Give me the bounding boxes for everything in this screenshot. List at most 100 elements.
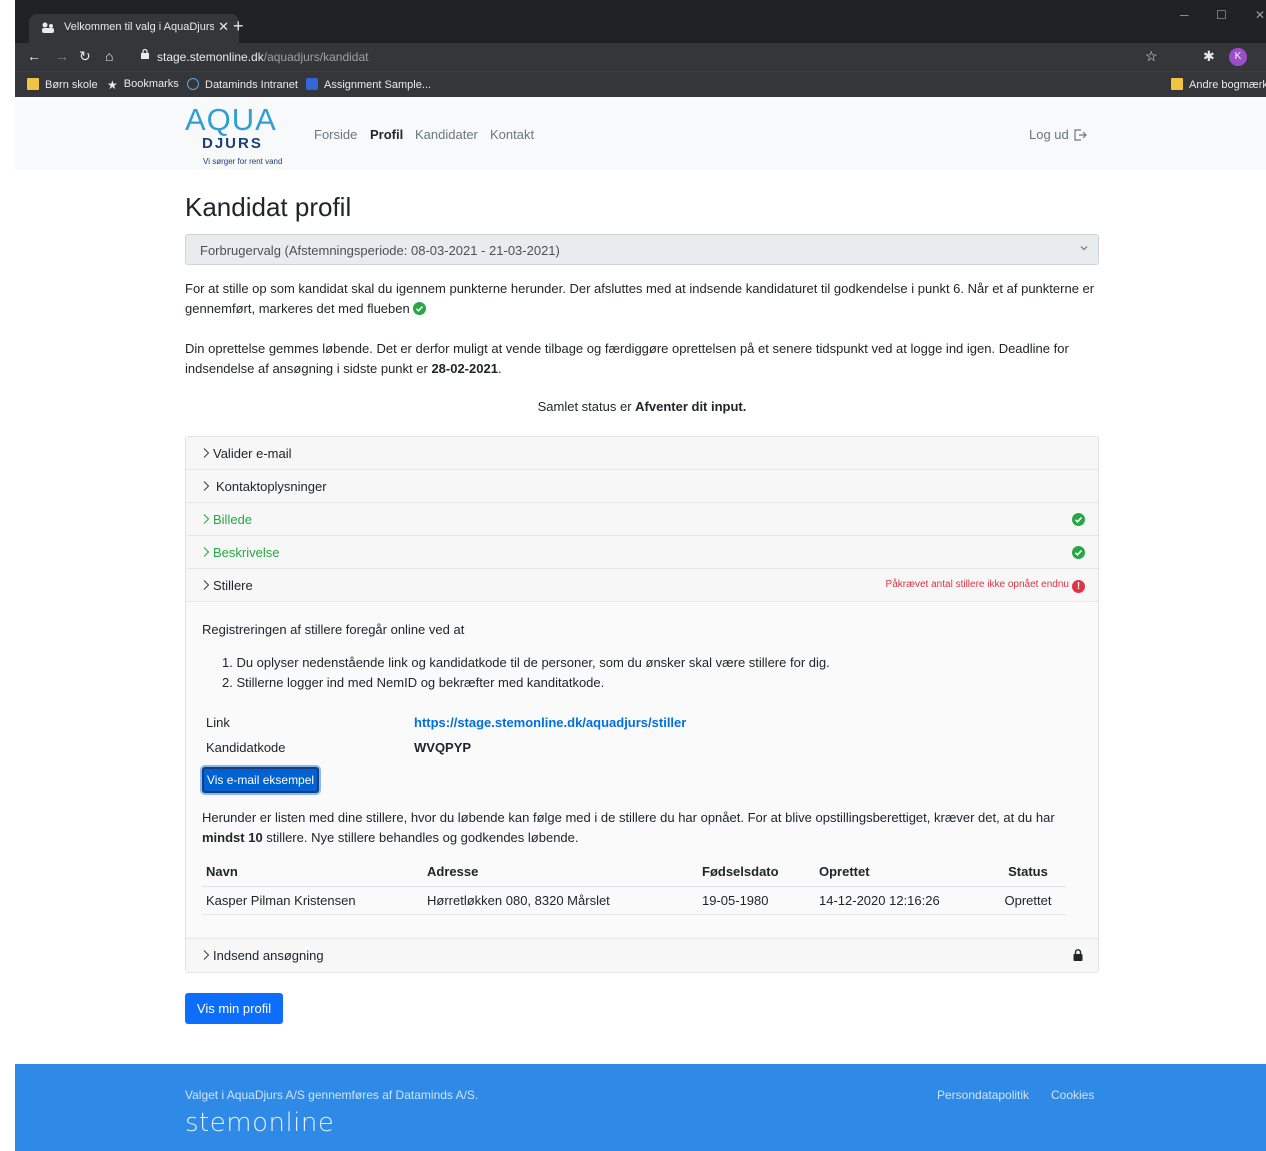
maximize-icon[interactable]: ☐ bbox=[1216, 8, 1227, 22]
stemonline-logo: stemonline bbox=[185, 1108, 335, 1138]
chevron-right-icon bbox=[203, 580, 210, 590]
step-label: Beskrivelse bbox=[213, 545, 280, 560]
cell-oprettet: 14-12-2020 12:16:26 bbox=[815, 886, 990, 915]
link-label: Link bbox=[206, 715, 230, 730]
home-icon[interactable]: ⌂ bbox=[105, 48, 113, 64]
step-label: Stillere bbox=[213, 578, 253, 593]
extensions-icon[interactable]: ✱ bbox=[1203, 48, 1215, 65]
cell-foedselsdato: 19-05-1980 bbox=[698, 886, 815, 915]
circle-icon bbox=[187, 78, 199, 90]
nav-forside[interactable]: Forside bbox=[314, 127, 357, 142]
url-path: /aquadjurs/kandidat bbox=[263, 50, 369, 64]
step-beskrivelse[interactable]: Beskrivelse bbox=[186, 536, 1098, 569]
election-select[interactable]: Forbrugervalg (Afstemningsperiode: 08-03… bbox=[185, 234, 1099, 265]
aquadjurs-logo[interactable]: AQUA DJURS Vi sørger for rent vand bbox=[185, 102, 303, 166]
footer-text: Valget i AquaDjurs A/S gennemføres af Da… bbox=[185, 1088, 479, 1102]
profile-avatar[interactable]: K bbox=[1229, 48, 1247, 66]
minimize-icon[interactable]: ─ bbox=[1180, 8, 1189, 22]
stillere-steps: 1. Du oplyser nedenstående link og kandi… bbox=[222, 653, 830, 693]
check-circle-icon bbox=[413, 302, 427, 315]
bookmarks-bar: Børn skole ★ Bookmarks Dataminds Intranet… bbox=[15, 71, 1266, 97]
forward-icon[interactable]: → bbox=[55, 48, 69, 64]
deadline-end: . bbox=[497, 361, 502, 376]
nav-kontakt[interactable]: Kontakt bbox=[490, 127, 534, 142]
bookmark-label: Børn skole bbox=[45, 79, 98, 91]
chevron-right-icon bbox=[203, 514, 210, 524]
bookmark-item[interactable]: Dataminds Intranet bbox=[187, 78, 298, 91]
browser-tab[interactable]: Velkommen til valg i AquaDjurs / ✕ bbox=[29, 14, 239, 43]
chevron-right-icon bbox=[203, 448, 210, 458]
nav-profil[interactable]: Profil bbox=[370, 127, 403, 142]
col-header-navn: Navn bbox=[202, 858, 423, 887]
bookmark-item[interactable]: Andre bogmærke bbox=[1171, 78, 1266, 91]
close-tab-icon[interactable]: ✕ bbox=[218, 19, 229, 35]
table-header-row: Navn Adresse Fødselsdato Oprettet Status bbox=[202, 858, 1066, 887]
intro-text: For at stille op som kandidat skal du ig… bbox=[185, 281, 1095, 316]
minimum-count: mindst 10 bbox=[202, 830, 263, 845]
star-icon: ★ bbox=[107, 78, 118, 92]
status-prefix: Samlet status er bbox=[537, 399, 636, 414]
show-profile-button[interactable]: Vis min profil bbox=[185, 993, 283, 1024]
step-label: Kontaktoplysninger bbox=[216, 479, 327, 494]
step-indsend-ansoegning[interactable]: Indsend ansøgning bbox=[186, 939, 1098, 972]
logout-label: Log ud bbox=[1029, 127, 1069, 142]
bookmark-item[interactable]: ★ Bookmarks bbox=[107, 78, 179, 91]
list-item: 1. Du oplyser nedenstående link og kandi… bbox=[222, 655, 830, 670]
code-label: Kandidatkode bbox=[206, 740, 286, 755]
browser-chrome: Velkommen til valg i AquaDjurs / ✕ + ─ ☐… bbox=[15, 0, 1266, 97]
bookmark-item[interactable]: Assignment Sample... bbox=[306, 78, 431, 91]
stillere-table: Navn Adresse Fødselsdato Oprettet Status… bbox=[202, 858, 1066, 915]
footer-link-cookies[interactable]: Cookies bbox=[1051, 1088, 1094, 1102]
footer-link-persondatapolitik[interactable]: Persondatapolitik bbox=[937, 1088, 1029, 1102]
reload-icon[interactable]: ↻ bbox=[79, 48, 91, 65]
col-header-status: Status bbox=[990, 858, 1066, 887]
logout-button[interactable]: Log ud bbox=[1029, 127, 1087, 142]
cell-adresse: Hørretløkken 080, 8320 Mårslet bbox=[423, 886, 698, 915]
check-circle-icon bbox=[1072, 513, 1085, 526]
table-row: Kasper Pilman Kristensen Hørretløkken 08… bbox=[202, 886, 1066, 915]
tab-strip: Velkommen til valg i AquaDjurs / ✕ + ─ ☐… bbox=[15, 0, 1266, 43]
check-circle-icon bbox=[1072, 546, 1085, 559]
warning-text: Påkrævet antal stillere ikke opnået endn… bbox=[885, 579, 1069, 590]
new-tab-icon[interactable]: + bbox=[233, 16, 244, 37]
candidate-code: WVQPYP bbox=[414, 740, 472, 755]
step-billede[interactable]: Billede bbox=[186, 503, 1098, 536]
folder-icon bbox=[1171, 78, 1183, 90]
bookmark-label: Assignment Sample... bbox=[324, 79, 431, 91]
bookmark-label: Bookmarks bbox=[123, 78, 179, 90]
window-close-icon[interactable]: ✕ bbox=[1255, 8, 1265, 22]
election-select-value: Forbrugervalg (Afstemningsperiode: 08-03… bbox=[200, 243, 560, 258]
stiller-link[interactable]: https://stage.stemonline.dk/aquadjurs/st… bbox=[414, 715, 686, 730]
logo-sub-text: DJURS bbox=[202, 135, 263, 152]
tab-title: Velkommen til valg i AquaDjurs / bbox=[64, 21, 214, 33]
overall-status: Samlet status er Afventer dit input. bbox=[185, 399, 1099, 414]
step-label: Indsend ansøgning bbox=[213, 948, 324, 963]
page-title: Kandidat profil bbox=[185, 192, 352, 222]
stillere-description: Herunder er listen med dine stillere, hv… bbox=[202, 808, 1082, 848]
favicon-icon bbox=[42, 22, 54, 33]
show-email-example-button[interactable]: Vis e-mail eksempel bbox=[202, 767, 319, 793]
back-icon[interactable]: ← bbox=[27, 48, 41, 64]
step-valider-email[interactable]: Valider e-mail bbox=[186, 437, 1098, 470]
address-bar[interactable]: stage.stemonline.dk/aquadjurs/kandidat bbox=[135, 45, 1141, 69]
step-stillere[interactable]: Stillere Påkrævet antal stillere ikke op… bbox=[186, 569, 1098, 602]
nav-kandidater[interactable]: Kandidater bbox=[415, 127, 478, 142]
chevron-right-icon bbox=[203, 481, 210, 491]
bookmark-label: Andre bogmærke bbox=[1189, 79, 1266, 91]
page: AQUA DJURS Vi sørger for rent vand Forsi… bbox=[15, 97, 1266, 1151]
search-icon bbox=[306, 78, 318, 90]
bookmark-item[interactable]: Børn skole bbox=[27, 78, 98, 91]
col-header-foedselsdato: Fødselsdato bbox=[698, 858, 815, 887]
stillere-intro: Registreringen af stillere foregår onlin… bbox=[202, 622, 465, 637]
deadline-date: 28-02-2021 bbox=[431, 361, 498, 376]
col-header-oprettet: Oprettet bbox=[815, 858, 990, 887]
deadline-paragraph: Din oprettelse gemmes løbende. Det er de… bbox=[185, 339, 1099, 379]
bookmark-star-icon[interactable]: ☆ bbox=[1145, 48, 1158, 65]
bookmark-label: Dataminds Intranet bbox=[205, 79, 298, 91]
site-footer: Valget i AquaDjurs A/S gennemføres af Da… bbox=[15, 1064, 1266, 1151]
site-navbar: AQUA DJURS Vi sørger for rent vand Forsi… bbox=[15, 97, 1266, 170]
chevron-right-icon bbox=[203, 547, 210, 557]
step-kontaktoplysninger[interactable]: Kontaktoplysninger bbox=[186, 470, 1098, 503]
step-label: Billede bbox=[213, 512, 253, 527]
col-header-adresse: Adresse bbox=[423, 858, 698, 887]
